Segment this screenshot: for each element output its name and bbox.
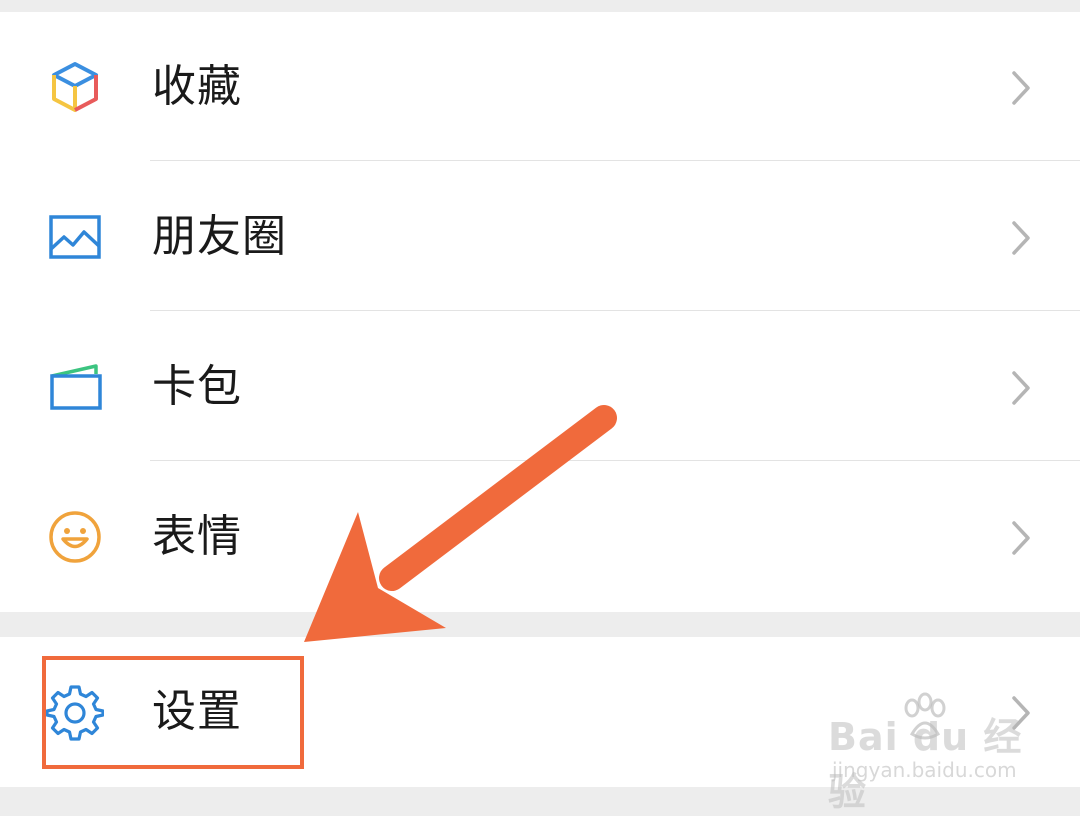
card-wallet-icon [46, 358, 104, 416]
menu-item-moments[interactable]: 朋友圈 [0, 162, 1080, 312]
menu-item-favorites[interactable]: 收藏 [0, 12, 1080, 162]
divider [150, 460, 1080, 461]
top-gap [0, 0, 1080, 12]
menu-group-main: 收藏 朋友圈 卡包 表情 [0, 12, 1080, 612]
menu-item-card-wallet[interactable]: 卡包 [0, 312, 1080, 462]
chevron-right-icon [1006, 520, 1036, 556]
baidu-jingyan-watermark: Bai du 经验 jingyan.baidu.com [828, 690, 1028, 814]
menu-item-label: 表情 [152, 511, 242, 562]
annotation-highlight-box [42, 656, 304, 769]
chevron-right-icon [1006, 370, 1036, 406]
menu-item-label: 卡包 [152, 361, 242, 412]
divider [150, 310, 1080, 311]
sticker-smiley-icon [46, 508, 104, 566]
menu-item-label: 朋友圈 [152, 211, 287, 262]
watermark-url: jingyan.baidu.com [832, 758, 1017, 782]
chevron-right-icon [1006, 70, 1036, 106]
menu-item-stickers[interactable]: 表情 [0, 462, 1080, 612]
favorites-cube-icon [46, 58, 104, 116]
chevron-right-icon [1006, 220, 1036, 256]
moments-image-icon [46, 208, 104, 266]
menu-item-label: 收藏 [152, 61, 242, 112]
divider [150, 160, 1080, 161]
